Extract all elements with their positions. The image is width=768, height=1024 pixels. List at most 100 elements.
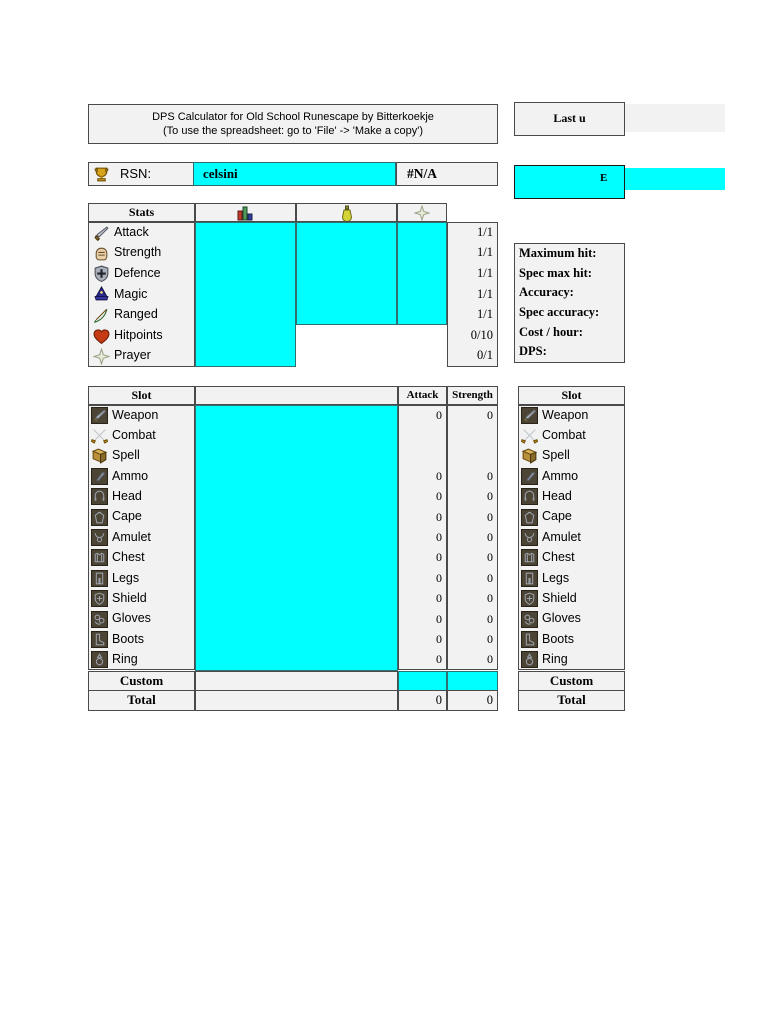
attack-icon xyxy=(94,225,109,241)
equipment-right-row-chest: Chest xyxy=(518,547,625,569)
equipment-slot-label: Combat xyxy=(112,427,156,442)
stats-prayer-input[interactable] xyxy=(397,222,447,325)
equipment-strength-shield: 0 xyxy=(447,588,498,609)
stat-ratio-ranged: 1/1 xyxy=(447,304,498,326)
stat-label: Strength xyxy=(114,245,162,260)
equipment-custom-item xyxy=(195,671,398,691)
equipment-row-amulet: Amulet xyxy=(88,527,195,548)
equipment-right-header-slot: Slot xyxy=(518,386,625,405)
equipment-row-cape: Cape xyxy=(88,507,195,528)
stat-label: Magic xyxy=(114,286,148,301)
equipment-row-gloves: Gloves xyxy=(88,609,195,630)
stat-row-defence: Defence xyxy=(88,263,195,285)
equipment-slot-label: Ring xyxy=(112,651,138,666)
page-title: DPS Calculator for Old School Runescape … xyxy=(88,104,498,144)
equipment-right-row-boots: Boots xyxy=(518,629,625,650)
equipment-strength-combat xyxy=(447,425,498,446)
equipment-right-slot-label: Chest xyxy=(542,550,575,565)
equipment-right-slot-label: Legs xyxy=(542,570,570,585)
cape-icon xyxy=(521,508,538,526)
result-cost-hour: Cost / hour: xyxy=(519,324,583,339)
equipment-right-row-head: Head xyxy=(518,486,625,507)
equipment-right-slot-label: Ammo xyxy=(542,468,579,483)
amulet-icon xyxy=(91,529,108,547)
equipment-row-combat: Combat xyxy=(88,425,195,446)
equipment-attack-shield: 0 xyxy=(398,588,447,609)
potion-flask-icon xyxy=(341,205,352,221)
equipment-strength-spell xyxy=(447,445,498,467)
spell-icon xyxy=(521,449,538,465)
stats-boost-input[interactable] xyxy=(296,222,397,325)
ring-icon xyxy=(91,650,108,668)
spell-icon xyxy=(91,449,108,465)
hitpoints-icon xyxy=(93,328,110,344)
equipment-attack-boots: 0 xyxy=(398,629,447,650)
equipment-row-boots: Boots xyxy=(88,629,195,650)
rsn-status-cell: #N/A xyxy=(396,162,498,186)
stat-ratio-strength: 1/1 xyxy=(447,242,498,264)
stat-ratio-hitpoints: 0/10 xyxy=(447,325,498,347)
stat-ratio-defence: 1/1 xyxy=(447,263,498,285)
stat-row-ranged: Ranged xyxy=(88,304,195,326)
equipment-right-slot-label: Cape xyxy=(542,509,572,524)
equipment-header-slot: Slot xyxy=(88,386,195,405)
equipment-custom-label: Custom xyxy=(88,671,195,691)
equipment-items-input[interactable] xyxy=(195,405,398,671)
stats-level-input[interactable] xyxy=(195,222,296,367)
weapon-icon xyxy=(91,407,108,425)
combat-icon xyxy=(91,429,108,444)
equipment-slot-label: Head xyxy=(112,488,142,503)
head-icon xyxy=(521,488,538,506)
title-line-1: DPS Calculator for Old School Runescape … xyxy=(152,110,434,123)
equipment-slot-label: Spell xyxy=(112,448,140,463)
result-maximum-hit: Maximum hit: xyxy=(519,245,597,260)
equipment-slot-label: Cape xyxy=(112,509,142,524)
stat-row-strength: Strength xyxy=(88,242,195,264)
title-line-2: (To use the spreadsheet: go to 'File' ->… xyxy=(162,125,423,137)
ring-icon xyxy=(521,650,538,668)
equipment-strength-ring: 0 xyxy=(447,649,498,671)
equipment-row-legs: Legs xyxy=(88,568,195,589)
equipment-custom-attack-input[interactable] xyxy=(398,671,447,691)
equipment-strength-weapon: 0 xyxy=(447,405,498,426)
equipment-attack-ring: 0 xyxy=(398,649,447,671)
equipment-row-weapon: Weapon xyxy=(88,405,195,426)
equipment-slot-label: Chest xyxy=(112,550,145,565)
equipment-right-slot-label: Boots xyxy=(542,631,574,646)
equipment-strength-boots: 0 xyxy=(447,629,498,650)
equipment-slot-label: Legs xyxy=(112,570,140,585)
strength-icon xyxy=(95,247,108,261)
amulet-icon xyxy=(521,529,538,547)
equipment-right-row-weapon: Weapon xyxy=(518,405,625,426)
equipment-row-chest: Chest xyxy=(88,547,195,569)
equipment-right-row-gloves: Gloves xyxy=(518,609,625,630)
equipment-attack-head: 0 xyxy=(398,486,447,507)
equipment-right-row-ammo: Ammo xyxy=(518,466,625,487)
equipment-header-attack: Attack xyxy=(398,386,447,405)
equipment-custom-strength-input[interactable] xyxy=(447,671,498,691)
equipment-row-head: Head xyxy=(88,486,195,507)
equipment-right-row-shield: Shield xyxy=(518,588,625,609)
equipment-right-slot-label: Weapon xyxy=(542,407,589,422)
equipment-attack-gloves: 0 xyxy=(398,609,447,630)
rsn-input[interactable]: celsini xyxy=(193,162,396,186)
equipment-attack-amulet: 0 xyxy=(398,527,447,548)
defence-icon xyxy=(94,265,109,283)
stat-label: Prayer xyxy=(114,348,151,363)
equipment-right-row-spell: Spell xyxy=(518,445,625,467)
cape-icon xyxy=(91,508,108,526)
equipment-strength-gloves: 0 xyxy=(447,609,498,630)
stat-label: Hitpoints xyxy=(114,328,163,343)
chest-icon xyxy=(521,549,538,567)
ranged-icon xyxy=(94,308,108,323)
equipment-attack-chest: 0 xyxy=(398,547,447,569)
equipment-right-row-amulet: Amulet xyxy=(518,527,625,548)
equipment-header-item xyxy=(195,386,398,405)
equipment-attack-legs: 0 xyxy=(398,568,447,589)
equipment-slot-label: Boots xyxy=(112,631,144,646)
equipment-right-row-ring: Ring xyxy=(518,649,625,671)
prayer-star-icon xyxy=(414,204,430,221)
boots-icon xyxy=(91,631,108,649)
rsn-label: RSN: xyxy=(120,165,152,181)
stat-label: Attack xyxy=(114,225,149,240)
